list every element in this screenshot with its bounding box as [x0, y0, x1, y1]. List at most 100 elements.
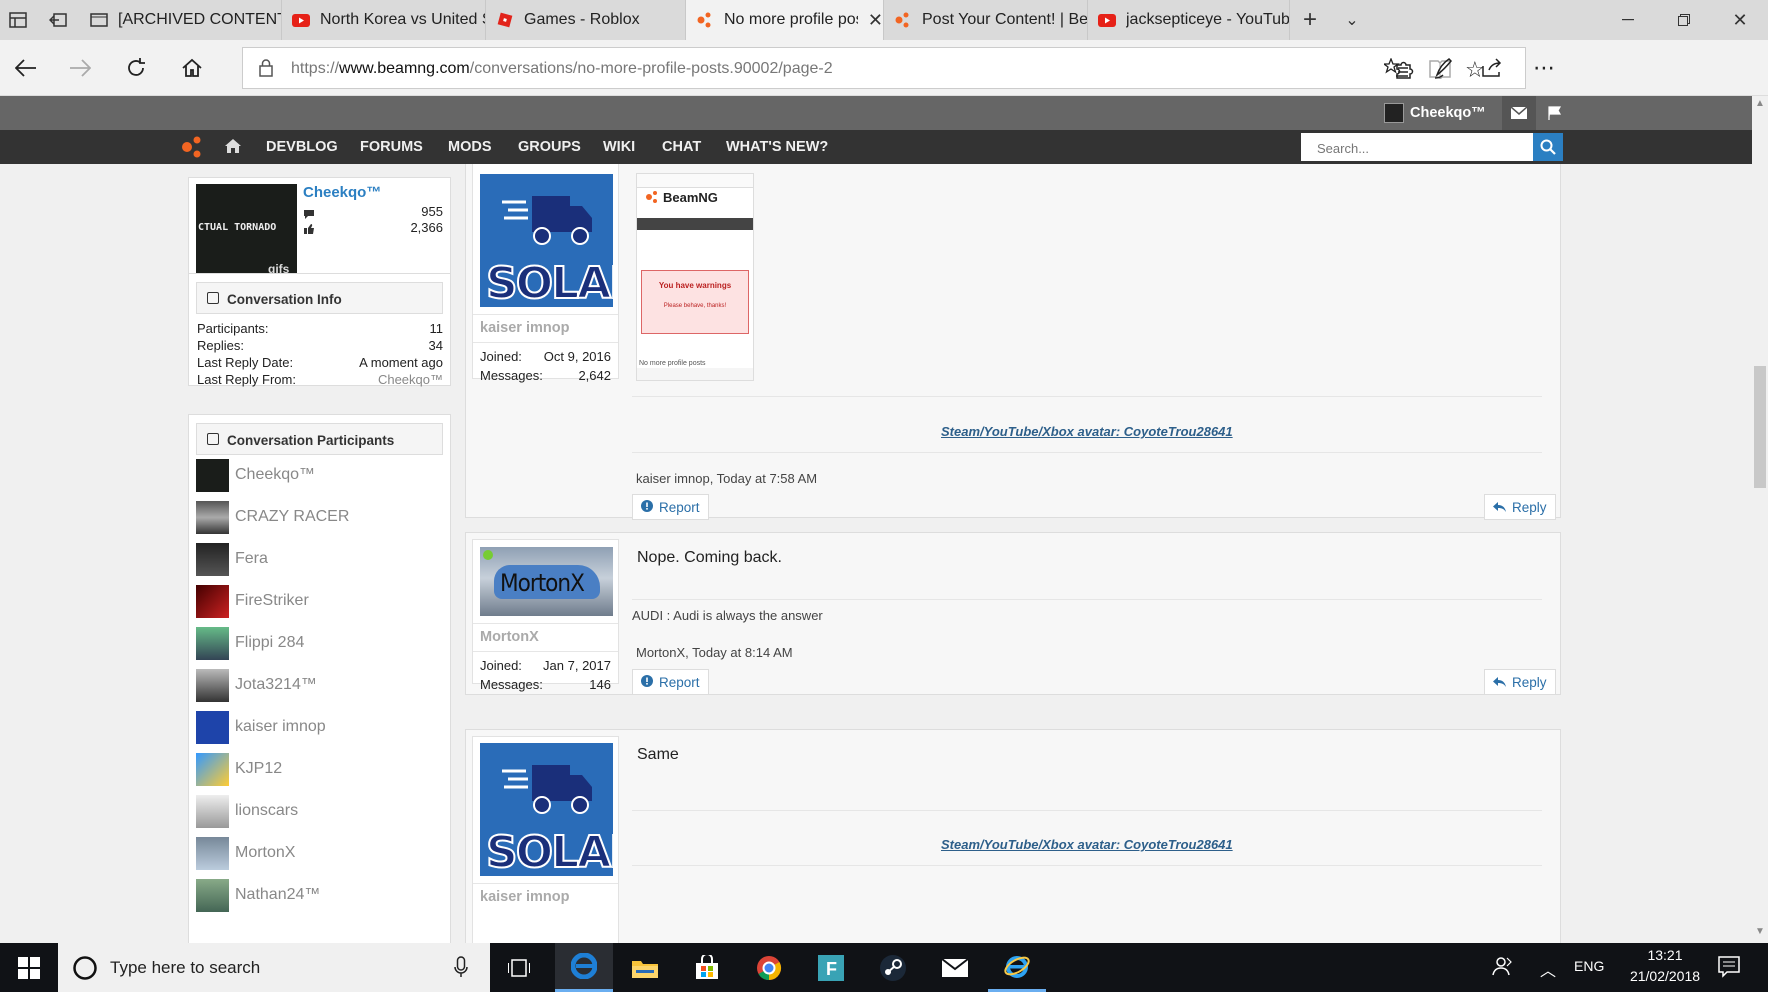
- people-icon[interactable]: [1492, 955, 1514, 982]
- participants-title: Conversation Participants: [227, 433, 395, 448]
- alerts-flag-icon[interactable]: [1538, 96, 1572, 130]
- task-view-icon[interactable]: [490, 943, 548, 992]
- more-menu-icon[interactable]: ⋯: [1524, 48, 1564, 88]
- attached-screenshot[interactable]: BeamNG You have warnings Please behave, …: [636, 173, 754, 381]
- participant-item[interactable]: lionscars: [196, 794, 298, 828]
- participant-item[interactable]: MortonX: [196, 836, 295, 870]
- tab-roblox[interactable]: Games - Roblox: [486, 0, 686, 40]
- chrome-icon[interactable]: [740, 943, 798, 992]
- signature-link[interactable]: Steam/YouTube/Xbox avatar: CoyoteTrou286…: [941, 837, 1233, 852]
- back-icon[interactable]: [6, 48, 46, 88]
- user-avatar[interactable]: MortonX: [480, 547, 613, 616]
- tab-no-more-profile-posts[interactable]: No more profile post ✕: [686, 0, 884, 40]
- participants-header[interactable]: Conversation Participants: [196, 423, 443, 455]
- account-avatar[interactable]: [1384, 103, 1404, 123]
- page-scrollbar[interactable]: ▲ ▼: [1752, 96, 1768, 943]
- web-notes-icon[interactable]: [1424, 48, 1464, 88]
- tab-preview-chevron-icon[interactable]: ⌄: [1332, 0, 1372, 40]
- internet-explorer-icon[interactable]: [988, 943, 1046, 992]
- nav-wiki[interactable]: WIKI: [603, 139, 635, 155]
- freshpaint-icon[interactable]: F: [802, 943, 860, 992]
- avatar: [196, 458, 229, 492]
- microphone-icon[interactable]: [454, 956, 468, 983]
- info-value-link[interactable]: Cheekqo™: [378, 372, 443, 387]
- inbox-icon[interactable]: [1502, 96, 1536, 130]
- info-row-replies: Replies: 34: [197, 338, 443, 353]
- scroll-up-icon[interactable]: ▲: [1755, 98, 1765, 109]
- refresh-icon[interactable]: [116, 48, 156, 88]
- new-tab-icon[interactable]: +: [1290, 0, 1330, 40]
- nav-groups[interactable]: GROUPS: [518, 139, 581, 155]
- windows-start-icon[interactable]: [0, 943, 58, 992]
- conversation-info-header[interactable]: Conversation Info: [196, 282, 443, 314]
- language-indicator[interactable]: ENG: [1574, 958, 1604, 974]
- steam-icon[interactable]: [864, 943, 922, 992]
- scroll-down-icon[interactable]: ▼: [1755, 926, 1765, 937]
- participant-item[interactable]: Nathan24™: [196, 878, 320, 912]
- avatar: [196, 668, 229, 702]
- beamng-logo-icon[interactable]: [180, 135, 204, 164]
- tab-north-korea[interactable]: North Korea vs United St: [282, 0, 486, 40]
- info-label: Last Reply From:: [197, 372, 296, 387]
- clock-time[interactable]: 13:21: [1620, 947, 1710, 963]
- favorites-hub-icon[interactable]: [1376, 48, 1416, 88]
- edge-taskbar-icon[interactable]: [555, 943, 613, 992]
- account-name[interactable]: Cheekqo™: [1410, 105, 1486, 121]
- tab-post-your-content[interactable]: Post Your Content! | Bear: [884, 0, 1088, 40]
- participant-item[interactable]: Flippi 284: [196, 626, 304, 660]
- action-center-icon[interactable]: [1718, 956, 1740, 983]
- participant-item[interactable]: CRAZY RACER: [196, 500, 349, 534]
- restore-icon[interactable]: [1656, 0, 1712, 40]
- minimize-icon[interactable]: [1600, 0, 1656, 40]
- nav-chat[interactable]: CHAT: [662, 139, 701, 155]
- avatar: [196, 878, 229, 912]
- participant-item[interactable]: FireStriker: [196, 584, 309, 618]
- nav-forums[interactable]: FORUMS: [360, 139, 423, 155]
- taskbar-search-box[interactable]: Type here to search: [58, 943, 490, 992]
- tray-chevron-icon[interactable]: ︿: [1540, 957, 1556, 981]
- clock-date[interactable]: 21/02/2018: [1620, 968, 1710, 984]
- nav-mods[interactable]: MODS: [448, 139, 492, 155]
- message-username[interactable]: kaiser imnop: [480, 889, 569, 905]
- profile-name[interactable]: Cheekqo™: [303, 184, 381, 201]
- close-tab-icon[interactable]: ✕: [868, 10, 883, 31]
- message-meta[interactable]: MortonX, Today at 8:14 AM: [636, 645, 793, 660]
- participant-item[interactable]: Cheekqo™: [196, 458, 315, 492]
- user-avatar[interactable]: SOLAR: [480, 174, 613, 307]
- share-icon[interactable]: [1472, 48, 1512, 88]
- message-username[interactable]: kaiser imnop: [480, 320, 569, 336]
- participant-item[interactable]: kaiser imnop: [196, 710, 326, 744]
- home-nav-icon[interactable]: [224, 138, 242, 159]
- profile-avatar[interactable]: CTUAL TORNADO gifs: [196, 184, 297, 285]
- reply-button[interactable]: Reply: [1484, 494, 1556, 520]
- file-explorer-icon[interactable]: [616, 943, 674, 992]
- store-icon[interactable]: [678, 943, 736, 992]
- nav-whats-new[interactable]: WHAT'S NEW?: [726, 139, 828, 155]
- screenshot-warning-text: Please behave, thanks!: [663, 303, 727, 309]
- nav-devblog[interactable]: DEVBLOG: [266, 139, 338, 155]
- search-icon[interactable]: [1533, 133, 1563, 161]
- likes-icon: [303, 221, 315, 239]
- mail-icon[interactable]: [926, 943, 984, 992]
- tab-archived[interactable]: [ARCHIVED CONTENT] E: [80, 0, 282, 40]
- scroll-thumb[interactable]: [1754, 366, 1766, 488]
- message-username[interactable]: MortonX: [480, 629, 539, 645]
- report-button[interactable]: Report: [632, 494, 709, 520]
- home-icon[interactable]: [172, 48, 212, 88]
- participant-item[interactable]: Jota3214™: [196, 668, 317, 702]
- search-input[interactable]: Search...: [1301, 133, 1533, 161]
- user-avatar[interactable]: SOLAR: [480, 743, 613, 876]
- participant-item[interactable]: KJP12: [196, 752, 282, 786]
- forward-icon[interactable]: [60, 48, 100, 88]
- report-button[interactable]: Report: [632, 669, 709, 695]
- tab-jacksepticeye[interactable]: jacksepticeye - YouTube: [1088, 0, 1290, 40]
- address-bar[interactable]: https://www.beamng.com/conversations/no-…: [242, 47, 1526, 89]
- participant-item[interactable]: Fera: [196, 542, 268, 576]
- tab-manager-icon[interactable]: [0, 0, 36, 40]
- reply-button[interactable]: Reply: [1484, 669, 1556, 695]
- tabs-aside-icon[interactable]: [40, 0, 76, 40]
- message-meta[interactable]: kaiser imnop, Today at 7:58 AM: [636, 471, 817, 486]
- reply-arrow-icon: [1493, 675, 1506, 690]
- close-window-icon[interactable]: ✕: [1712, 0, 1768, 40]
- signature-link[interactable]: Steam/YouTube/Xbox avatar: CoyoteTrou286…: [941, 424, 1233, 439]
